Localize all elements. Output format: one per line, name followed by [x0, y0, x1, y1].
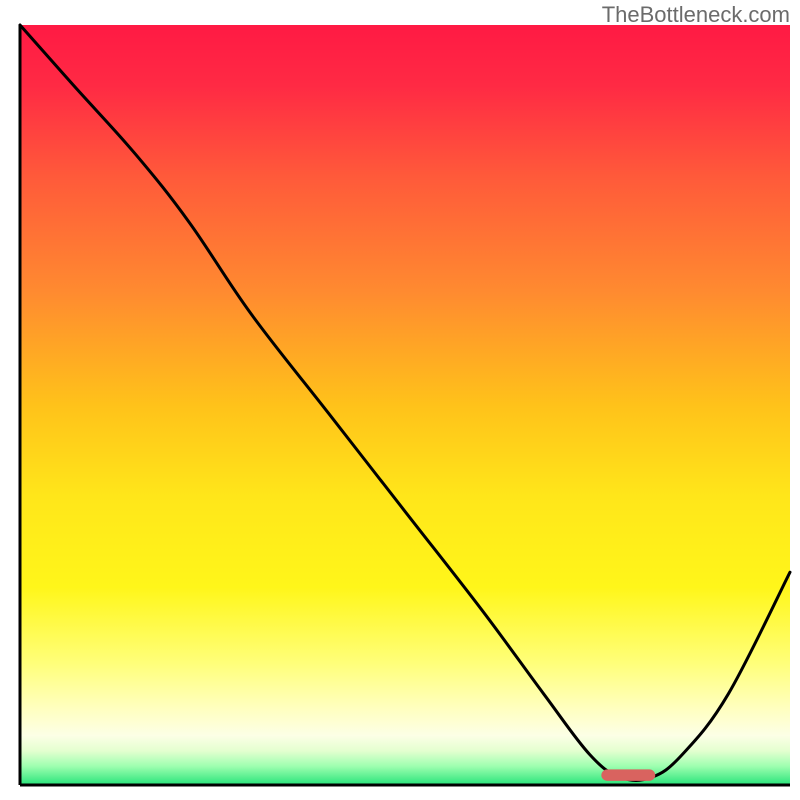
plot-background: [20, 25, 790, 785]
chart-svg: [0, 0, 800, 800]
optimal-range-marker: [601, 769, 655, 780]
chart-container: TheBottleneck.com: [0, 0, 800, 800]
watermark-text: TheBottleneck.com: [602, 2, 790, 28]
